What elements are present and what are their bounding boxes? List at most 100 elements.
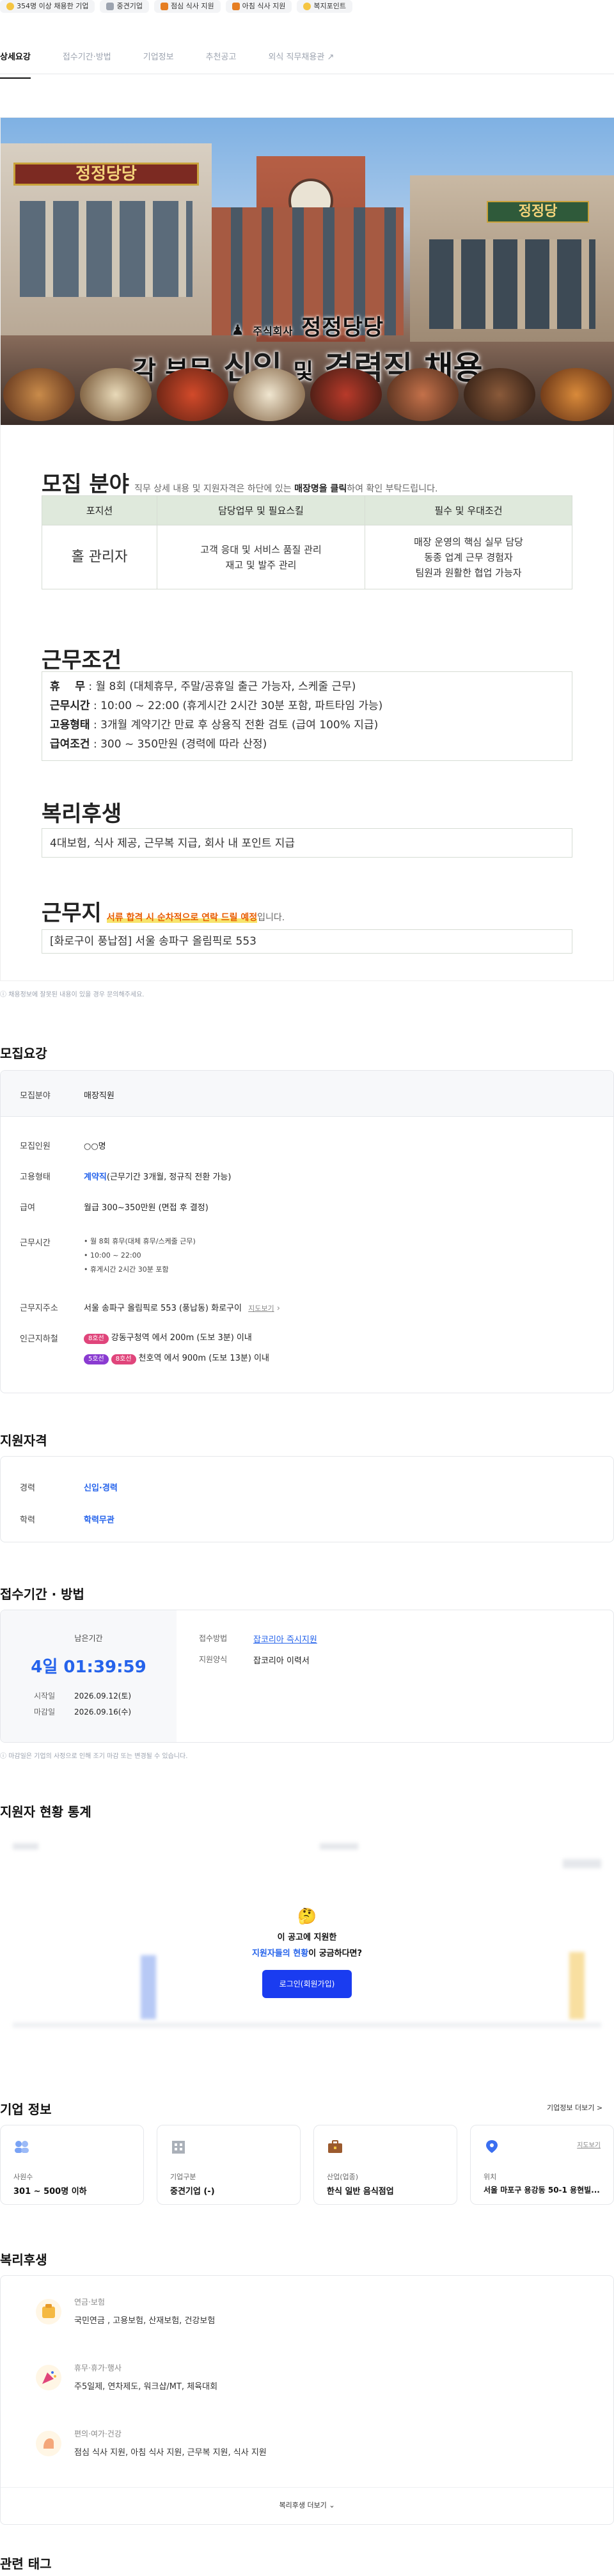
table-header: 포지션	[42, 495, 157, 525]
hours-list: • 월 8회 휴무(대체 휴무/스케줄 근무) • 10:00 ~ 22:00 …	[84, 1235, 196, 1277]
end-value: 2026.09.16(수)	[74, 1708, 132, 1716]
blurred-axis	[13, 2022, 601, 2028]
welfare-more-button[interactable]: 복리후생 더보기 ⌄	[1, 2500, 613, 2510]
poster-hero-image: 정정당당 정정당 ♟ 주식회사 정정당당 각 부문 신입 및 경력직 채용	[1, 118, 614, 425]
dish-photo	[233, 368, 305, 421]
count-label: 모집인원	[20, 1142, 51, 1151]
building-icon	[170, 2140, 187, 2154]
meal-icon	[232, 3, 240, 10]
report-note: ⓘ 채용정보에 잘못된 내용이 있을 경우 문의해주세요.	[0, 991, 145, 998]
education-label: 학력	[20, 1516, 35, 1525]
work-conditions-title: 근무조건	[42, 648, 122, 673]
field-value: 매장직원	[84, 1091, 114, 1101]
tags-title: 관련 태그	[0, 2556, 52, 2572]
dish-photo	[157, 368, 228, 421]
summary-title: 모집요강	[0, 1046, 47, 1061]
dish-photo	[540, 368, 612, 421]
company-card-type: 기업구분 중견기업 (-)	[157, 2125, 301, 2205]
dish-photo	[387, 368, 459, 421]
company-logo-icon: ♟	[231, 323, 245, 339]
subway-1: 8호선 강동구청역 에서 200m (도보 3분) 이내	[84, 1331, 252, 1344]
career-value: 신입·경력	[84, 1484, 118, 1493]
apply-title: 접수기간 · 방법	[0, 1587, 84, 1602]
stats-login-prompt: 🤔 이 공고에 지원한 지원자들의 현황이 궁금하다면? 로그인(회원가입)	[0, 1907, 614, 1998]
apply-note: ⓘ 마감일은 기업의 사정으로 인해 조기 마감 또는 변경될 수 있습니다.	[0, 1753, 188, 1760]
start-value: 2026.09.12(토)	[74, 1692, 132, 1700]
qualification-card: 경력 신입·경력 학력 학력무관	[0, 1456, 614, 1542]
remaining-label: 남은기간	[74, 1634, 103, 1643]
salary-value: 월급 300~350만원 (면접 후 결정)	[84, 1203, 209, 1213]
company-map-link[interactable]: 지도보기	[577, 2140, 601, 2149]
chevron-down-icon: ⌄	[329, 2501, 335, 2509]
chip-hires: 354명 이상 채용한 기업	[0, 0, 95, 13]
tab-recommend[interactable]: 추천공고	[206, 46, 251, 74]
health-icon	[36, 2431, 61, 2456]
table-cell-requirements: 매장 운영의 핵심 실무 담당 동종 업계 근무 경험자 팀원과 원활한 협업 가능…	[365, 525, 572, 589]
tab-detail[interactable]: 상세요강	[0, 46, 45, 79]
sign-left: 정정당당	[13, 163, 199, 186]
external-link-icon: ↗	[327, 52, 335, 62]
blurred-label	[563, 1859, 601, 1868]
form-value: 잡코리아 이력서	[253, 1656, 310, 1666]
condition-row: 휴 무 : 월 8회 (대체휴무, 주말/공휴일 출근 가능자, 스케줄 근무)	[50, 680, 356, 693]
detail-tabs: 상세요강 접수기간·방법 기업정보 추천공고 외식 직무채용관 ↗	[0, 46, 614, 79]
welfare-item-convenience: 편의·여가·건강 점심 식사 지원, 아침 식사 지원, 근무복 지원, 식사 …	[36, 2428, 267, 2458]
chip-lunch: 점심 식사 지원	[154, 0, 221, 13]
table-header: 담당업무 및 필요스킬	[157, 495, 365, 525]
list-item: • 휴게시간 2시간 30분 포함	[84, 1265, 169, 1274]
info-icon: ⓘ	[0, 1753, 6, 1760]
type-value: 계약직(근무기간 3개월, 정규직 전환 가능)	[84, 1172, 232, 1182]
subway-line-badge: 8호선	[111, 1354, 136, 1364]
company-card-industry: 산업(업종) 한식 일반 음식점업	[313, 2125, 457, 2205]
insurance-icon	[36, 2299, 61, 2324]
table-header: 필수 및 우대조건	[365, 495, 572, 525]
chip-points: 복지포인트	[297, 0, 352, 13]
list-item: • 월 8회 휴무(대체 휴무/스케줄 근무)	[84, 1237, 196, 1245]
instant-apply-link[interactable]: 잡코리아 즉시지원	[253, 1633, 317, 1645]
thinking-face-icon: 🤔	[297, 1907, 317, 1925]
subway-line-badge: 8호선	[84, 1334, 109, 1344]
table-cell-position: 홀 관리자	[42, 525, 157, 589]
map-link[interactable]: 지도보기	[248, 1304, 274, 1313]
welfare-item-insurance: 연금·보험 국민연금 , 고용보험, 산재보험, 건강보험	[36, 2296, 215, 2326]
location-icon	[484, 2140, 500, 2154]
list-item: • 10:00 ~ 22:00	[84, 1251, 141, 1260]
table-cell-duty: 고객 응대 및 서비스 품질 관리 재고 및 발주 관리	[157, 525, 365, 589]
subway-2: 5호선 8호선 천호역 에서 900m (도보 13분) 이내	[84, 1351, 269, 1364]
company-more-link[interactable]: 기업정보 더보기 >	[547, 2102, 602, 2113]
dish-photo	[3, 368, 75, 421]
party-icon	[36, 2365, 61, 2390]
remaining-countdown: 4일 01:39:59	[31, 1658, 146, 1677]
welfare-poster-box: 4대보험, 식사 제공, 근무복 지급, 회사 내 포인트 지급	[42, 828, 572, 858]
welfare-item-vacation: 휴무·휴가·행사 주5일제, 연차제도, 워크샵/MT, 체육대회	[36, 2362, 217, 2392]
info-icon: ⓘ	[0, 991, 6, 998]
dish-photo	[80, 368, 152, 421]
divider	[1, 2487, 613, 2488]
meal-icon	[160, 3, 168, 10]
stats-title: 지원자 현황 통계	[0, 1804, 91, 1820]
dish-photo	[464, 368, 535, 421]
location-poster-title: 근무지 서류 합격 시 순차적으로 연락 드릴 예정입니다.	[42, 900, 285, 926]
welfare-title: 복리후생	[0, 2252, 47, 2268]
chevron-right-icon: ›	[276, 1304, 280, 1313]
table-row: 홀 관리자 고객 응대 및 서비스 품질 관리 재고 및 발주 관리 매장 운영의…	[42, 525, 572, 589]
tab-food-jobs[interactable]: 외식 직무채용관 ↗	[268, 46, 348, 74]
tab-company-info[interactable]: 기업정보	[143, 46, 188, 74]
coin-icon	[303, 3, 311, 10]
work-conditions-box: 휴 무 : 월 8회 (대체휴무, 주말/공휴일 출근 가능자, 스케줄 근무)…	[42, 671, 572, 761]
condition-row: 고용형태 : 3개월 계약기간 만료 후 상용직 전환 검토 (급여 100% …	[50, 719, 379, 732]
type-label: 고용형태	[20, 1172, 51, 1182]
star-icon	[6, 3, 14, 10]
building-icon	[106, 3, 114, 10]
login-signup-button[interactable]: 로그인(회원가입)	[262, 1970, 352, 1998]
summary-card: 모집분야 매장직원 모집인원 ○○명 고용형태 계약직(근무기간 3개월, 정규…	[0, 1070, 614, 1393]
job-poster: 정정당당 정정당 ♟ 주식회사 정정당당 각 부문 신입 및 경력직 채용 모집…	[0, 117, 614, 981]
address-value: 서울 송파구 올림픽로 553 (풍납동) 화로구이 지도보기 ›	[84, 1304, 280, 1313]
company-card-employees: 사원수 301 ~ 500명 이하	[0, 2125, 144, 2205]
career-label: 경력	[20, 1484, 35, 1493]
recruit-table: 포지션 담당업무 및 필요스킬 필수 및 우대조건 홀 관리자 고객 응대 및 …	[42, 495, 572, 589]
tab-apply-period[interactable]: 접수기간·방법	[63, 46, 125, 74]
highlight-chips: 354명 이상 채용한 기업 중견기업 점심 식사 지원 아침 식사 지원 복지…	[0, 0, 614, 13]
building-windows	[20, 201, 193, 297]
start-label: 시작일	[34, 1692, 56, 1700]
